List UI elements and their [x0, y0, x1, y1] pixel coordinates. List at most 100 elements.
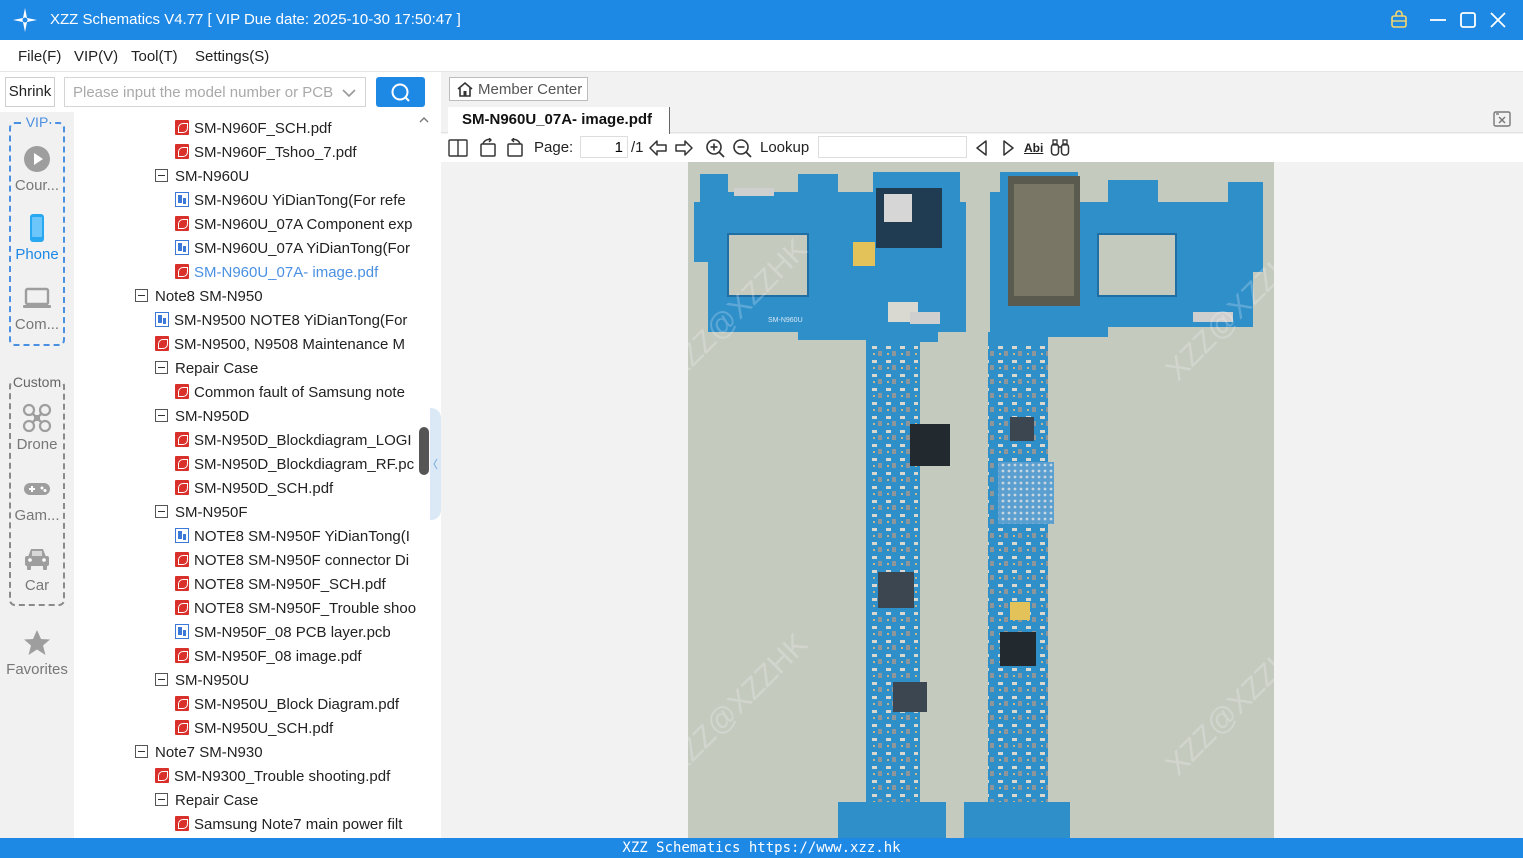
tree-node-label: SM-N960F_SCH.pdf [194, 120, 332, 137]
rail-item-drone[interactable]: Drone [0, 403, 74, 453]
binoculars-icon[interactable] [1050, 138, 1070, 158]
tree-folder-node[interactable]: Note7 SM-N930 [135, 741, 419, 765]
rail-item-phone[interactable]: Phone [0, 213, 74, 263]
pdf-file-icon [175, 720, 189, 735]
tree-file-node[interactable]: SM-N950F_08 image.pdf [175, 645, 419, 669]
pcb-image-view[interactable]: SM-N960U XZZ@XZZHK XZZ@XZZHK XZZ@XZZHK X… [688, 162, 1274, 838]
rotate-left-icon[interactable] [478, 138, 498, 158]
tree-file-node[interactable]: SM-N950U_Block Diagram.pdf [175, 693, 419, 717]
tree-file-node[interactable]: SM-N960U_07A Component exp [175, 213, 419, 237]
tree-file-node[interactable]: SM-N950D_Blockdiagram_LOGI [175, 429, 419, 453]
tree-folder-node[interactable]: Note8 SM-N950 [135, 285, 419, 309]
menu-vip[interactable]: VIP(V) [74, 48, 118, 65]
minimize-icon[interactable] [1427, 9, 1449, 31]
zoom-in-icon[interactable] [705, 138, 725, 158]
match-case-icon[interactable]: Abi [1024, 138, 1046, 158]
close-icon[interactable] [1487, 9, 1509, 31]
tree-file-node[interactable]: SM-N9500 NOTE8 YiDianTong(For [155, 309, 419, 333]
find-next-icon[interactable] [998, 138, 1018, 158]
tree-file-node[interactable]: SM-N960U YiDianTong(For refe [175, 189, 419, 213]
tree-folder-node[interactable]: SM-N950F [155, 501, 419, 525]
collapse-toggle-icon[interactable] [135, 745, 148, 758]
sidebar-toggle-icon[interactable] [448, 138, 468, 158]
arrow-right-icon[interactable] [674, 138, 694, 158]
collapse-toggle-icon[interactable] [155, 361, 168, 374]
rail-item-courses[interactable]: Cour... [0, 144, 74, 194]
tree-node-label: NOTE8 SM-N950F_SCH.pdf [194, 576, 386, 593]
vip-bag-icon[interactable] [1388, 9, 1410, 31]
pdf-file-icon [175, 120, 189, 135]
zoom-out-icon[interactable] [732, 138, 752, 158]
collapse-toggle-icon[interactable] [155, 793, 168, 806]
tree-node-label: NOTE8 SM-N950F connector Di [194, 552, 410, 569]
rail-item-label: Phone [15, 246, 59, 263]
tree-file-node[interactable]: NOTE8 SM-N950F_Trouble shoo [175, 597, 419, 621]
maximize-icon[interactable] [1457, 9, 1479, 31]
tree-file-node[interactable]: SM-N9500, N9508 Maintenance M [155, 333, 419, 357]
rail-item-favorites[interactable]: Favorites [0, 628, 74, 678]
tree-file-node[interactable]: SM-N960F_Tshoo_7.pdf [175, 141, 419, 165]
search-button[interactable] [376, 77, 425, 107]
car-icon [25, 549, 49, 570]
tab-document[interactable]: SM-N960U_07A- image.pdf [448, 107, 670, 134]
lookup-input[interactable] [818, 136, 967, 158]
tree-node-label: Note8 SM-N950 [155, 288, 263, 305]
tree-file-node[interactable]: SM-N950D_SCH.pdf [175, 477, 419, 501]
tree-folder-node[interactable]: Repair Case [155, 357, 419, 381]
scroll-up-icon[interactable] [419, 114, 429, 126]
tree-node-label: SM-N9500, N9508 Maintenance M [174, 336, 405, 353]
tree-file-node[interactable]: SM-N9300_Trouble shooting.pdf [155, 765, 419, 789]
tree-scrollbar-thumb[interactable] [419, 427, 429, 475]
rotate-right-icon[interactable] [505, 138, 525, 158]
tree-folder-node[interactable]: Repair Case [155, 789, 419, 813]
tree-file-node[interactable]: SM-N960F_SCH.pdf [175, 117, 419, 141]
collapse-toggle-icon[interactable] [155, 505, 168, 518]
find-previous-icon[interactable] [972, 138, 992, 158]
tree-folder-node[interactable]: SM-N960U [155, 165, 419, 189]
rail-item-car[interactable]: Car [0, 544, 74, 594]
tree-folder-node[interactable]: SM-N950U [155, 669, 419, 693]
rail-item-label: Favorites [6, 661, 68, 678]
tree-file-node[interactable]: SM-N950F_08 PCB layer.pcb [175, 621, 419, 645]
title-bar: XZZ Schematics V4.77 [ VIP Due date: 202… [0, 0, 1523, 40]
search-input[interactable] [65, 78, 337, 106]
member-center-label: Member Center [478, 81, 583, 98]
page-number-input[interactable] [580, 136, 628, 158]
tree-node-label: SM-N960U YiDianTong(For refe [194, 192, 406, 209]
rail-item-label: Cour... [14, 177, 60, 194]
chevron-down-icon[interactable] [341, 85, 357, 101]
tree-file-node[interactable]: Common fault of Samsung note [175, 381, 419, 405]
pdf-file-icon [175, 696, 189, 711]
tree-file-node[interactable]: NOTE8 SM-N950F_SCH.pdf [175, 573, 419, 597]
tree-file-node[interactable]: NOTE8 SM-N950F connector Di [175, 549, 419, 573]
close-tab-icon[interactable] [1493, 110, 1512, 128]
collapse-toggle-icon[interactable] [155, 409, 168, 422]
tree-file-node[interactable]: SM-N950D_Blockdiagram_RF.pc [175, 453, 419, 477]
phone-icon [30, 214, 44, 242]
arrow-left-icon[interactable] [648, 138, 668, 158]
tree-file-node[interactable]: NOTE8 SM-N950F YiDianTong(I [175, 525, 419, 549]
rail-item-label: Car [24, 577, 50, 594]
tree-node-label: NOTE8 SM-N950F_Trouble shoo [194, 600, 417, 617]
rail-item-game[interactable]: Gam... [0, 474, 74, 524]
collapse-toggle-icon[interactable] [155, 673, 168, 686]
collapse-toggle-icon[interactable] [155, 169, 168, 182]
menu-file[interactable]: File(F) [18, 48, 61, 65]
tree-file-node[interactable]: SM-N960U_07A- image.pdf [175, 261, 419, 285]
menu-tool[interactable]: Tool(T) [131, 48, 178, 65]
tree-file-node[interactable]: SM-N950U_SCH.pdf [175, 717, 419, 741]
panel-splitter-handle[interactable] [430, 408, 441, 520]
tree-node-label: SM-N960U_07A Component exp [194, 216, 413, 233]
menu-settings[interactable]: Settings(S) [195, 48, 269, 65]
file-tree-panel: SM-N960F_SCH.pdf SM-N960F_Tshoo_7.pdf SM-N… [74, 112, 430, 838]
pcb-file-icon [175, 624, 189, 639]
tree-file-node[interactable]: Samsung Note7 main power filt [175, 813, 419, 837]
tree-file-node[interactable]: SM-N960U_07A YiDianTong(For [175, 237, 419, 261]
collapse-toggle-icon[interactable] [135, 289, 148, 302]
tree-folder-node[interactable]: SM-N950D [155, 405, 419, 429]
rail-item-computer[interactable]: Com... [0, 283, 74, 333]
shrink-button[interactable]: Shrink [5, 77, 55, 107]
tree-node-label: Repair Case [175, 360, 259, 377]
member-center-button[interactable]: Member Center [449, 77, 588, 101]
tree-node-label: SM-N950F [175, 504, 248, 521]
